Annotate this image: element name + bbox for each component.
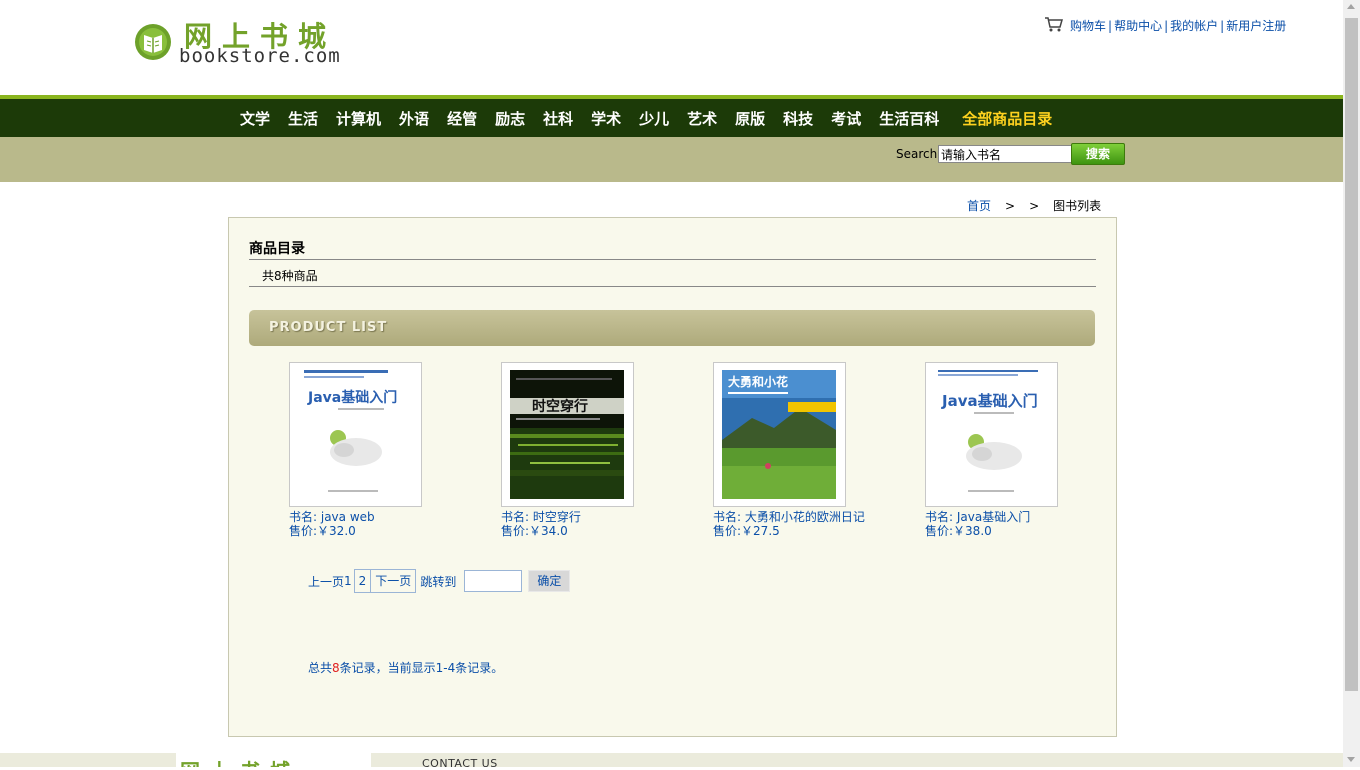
book-cover-image: Java基础入门 (298, 370, 412, 499)
nav-item-academic[interactable]: 学术 (591, 108, 621, 129)
site-footer: 网上书城 CONTACT US (0, 753, 1343, 770)
jump-page-input[interactable] (464, 570, 523, 592)
records-prefix: 总共 (308, 661, 333, 675)
search-input[interactable] (938, 145, 1072, 163)
nav-item-all-products[interactable]: 全部商品目录 (962, 108, 1052, 129)
records-summary: 总共8条记录，当前显示1-4条记录。 (308, 659, 503, 676)
category-nav: 文学 生活 计算机 外语 经管 励志 社科 学术 少儿 艺术 原版 科技 考试 … (0, 99, 1343, 137)
records-suffix: 条记录，当前显示1-4条记录。 (339, 661, 504, 675)
cart-link[interactable]: 购物车 (1070, 19, 1106, 33)
breadcrumb-separator: > (1005, 199, 1016, 213)
product-list-header: PRODUCT LIST (249, 310, 1095, 346)
product-panel: 商品目录 共8种商品 PRODUCT LIST Java基础入门 书名: jav… (228, 217, 1117, 737)
nav-item-exam[interactable]: 考试 (831, 108, 861, 129)
footer-logo: 网上书城 (176, 753, 371, 767)
contact-us-heading: CONTACT US (422, 757, 498, 770)
nav-item-computer[interactable]: 计算机 (336, 108, 381, 129)
product-cover[interactable]: 大勇和小花 (713, 362, 846, 507)
page-1: 1 (344, 574, 352, 588)
logo-domain-text: bookstore.com (179, 45, 341, 67)
product-price: 售价:￥34.0 (501, 524, 568, 538)
nav-item-foreign-language[interactable]: 外语 (399, 108, 429, 129)
cover-title: Java基础入门 (941, 392, 1038, 410)
nav-item-technology[interactable]: 科技 (783, 108, 813, 129)
breadcrumb-separator: > (1029, 199, 1040, 213)
nav-item-original[interactable]: 原版 (735, 108, 765, 129)
breadcrumb-current: 图书列表 (1053, 199, 1102, 213)
top-links: 购物车 | 帮助中心 | 我的帐户 | 新用户注册 (1044, 16, 1286, 34)
nav-item-art[interactable]: 艺术 (687, 108, 717, 129)
nav-item-inspiration[interactable]: 励志 (495, 108, 525, 129)
site-header: 网上书城 bookstore.com 购物车 | 帮助中心 | 我的帐户 | 新用户注册 (0, 0, 1343, 95)
vertical-scrollbar[interactable] (1343, 0, 1360, 767)
cover-title: 大勇和小花 (728, 374, 788, 389)
separator: | (1108, 19, 1113, 33)
nav-item-children[interactable]: 少儿 (639, 108, 669, 129)
confirm-jump-button[interactable]: 确定 (528, 570, 571, 592)
separator: | (1220, 19, 1225, 33)
nav-item-social-science[interactable]: 社科 (543, 108, 573, 129)
search-label: Search (896, 147, 938, 161)
book-cover-image: 大勇和小花 (722, 370, 836, 499)
product-cover[interactable]: 时空穿行 (501, 362, 634, 507)
product-count: 共8种商品 (262, 269, 318, 283)
next-page-link[interactable]: 下一页 (370, 569, 417, 593)
pagination: 上一页 1 2 下一页 跳转到 确定 (308, 569, 571, 593)
divider (249, 286, 1096, 287)
divider (249, 259, 1096, 260)
scroll-down-arrow-icon[interactable] (1347, 757, 1355, 762)
product-cover[interactable]: Java基础入门 (289, 362, 422, 507)
product-list-title: PRODUCT LIST (269, 320, 388, 335)
book-cover-image: Java基础入门 (934, 370, 1048, 499)
records-total: 8 (332, 661, 340, 675)
nav-item-life[interactable]: 生活 (288, 108, 318, 129)
site-logo[interactable]: 网上书城 bookstore.com (134, 15, 344, 67)
breadcrumb: 首页 > > 图书列表 (967, 197, 1101, 214)
product-price: 售价:￥32.0 (289, 524, 356, 538)
search-bar: Search 搜索 (0, 137, 1343, 182)
page-2-link[interactable]: 2 (353, 569, 372, 593)
nav-item-literature[interactable]: 文学 (240, 108, 270, 129)
search-button[interactable]: 搜索 (1071, 143, 1125, 165)
shopping-cart-icon[interactable] (1044, 16, 1064, 32)
book-cover-image: 时空穿行 (510, 370, 624, 499)
help-center-link[interactable]: 帮助中心 (1114, 19, 1162, 33)
breadcrumb-home[interactable]: 首页 (967, 199, 991, 213)
cover-title: Java基础入门 (307, 389, 397, 406)
prev-page-link[interactable]: 上一页 (308, 573, 344, 590)
catalog-title: 商品目录 (249, 241, 305, 257)
nav-item-life-encyclopedia[interactable]: 生活百科 (879, 108, 939, 129)
register-link[interactable]: 新用户注册 (1226, 19, 1286, 33)
book-logo-icon (135, 24, 171, 60)
scroll-thumb[interactable] (1345, 18, 1358, 691)
product-price: 售价:￥38.0 (925, 524, 992, 538)
separator: | (1164, 19, 1169, 33)
nav-item-business[interactable]: 经管 (447, 108, 477, 129)
footer-logo-text: 网上书城 (180, 755, 300, 767)
jump-label: 跳转到 (420, 574, 457, 589)
product-cover[interactable]: Java基础入门 (925, 362, 1058, 507)
cover-title: 时空穿行 (532, 398, 588, 415)
my-account-link[interactable]: 我的帐户 (1170, 19, 1218, 33)
nav-items: 文学 生活 计算机 外语 经管 励志 社科 学术 少儿 艺术 原版 科技 考试 … (240, 99, 1070, 137)
scroll-up-arrow-icon[interactable] (1347, 4, 1355, 9)
product-price: 售价:￥27.5 (713, 524, 780, 538)
